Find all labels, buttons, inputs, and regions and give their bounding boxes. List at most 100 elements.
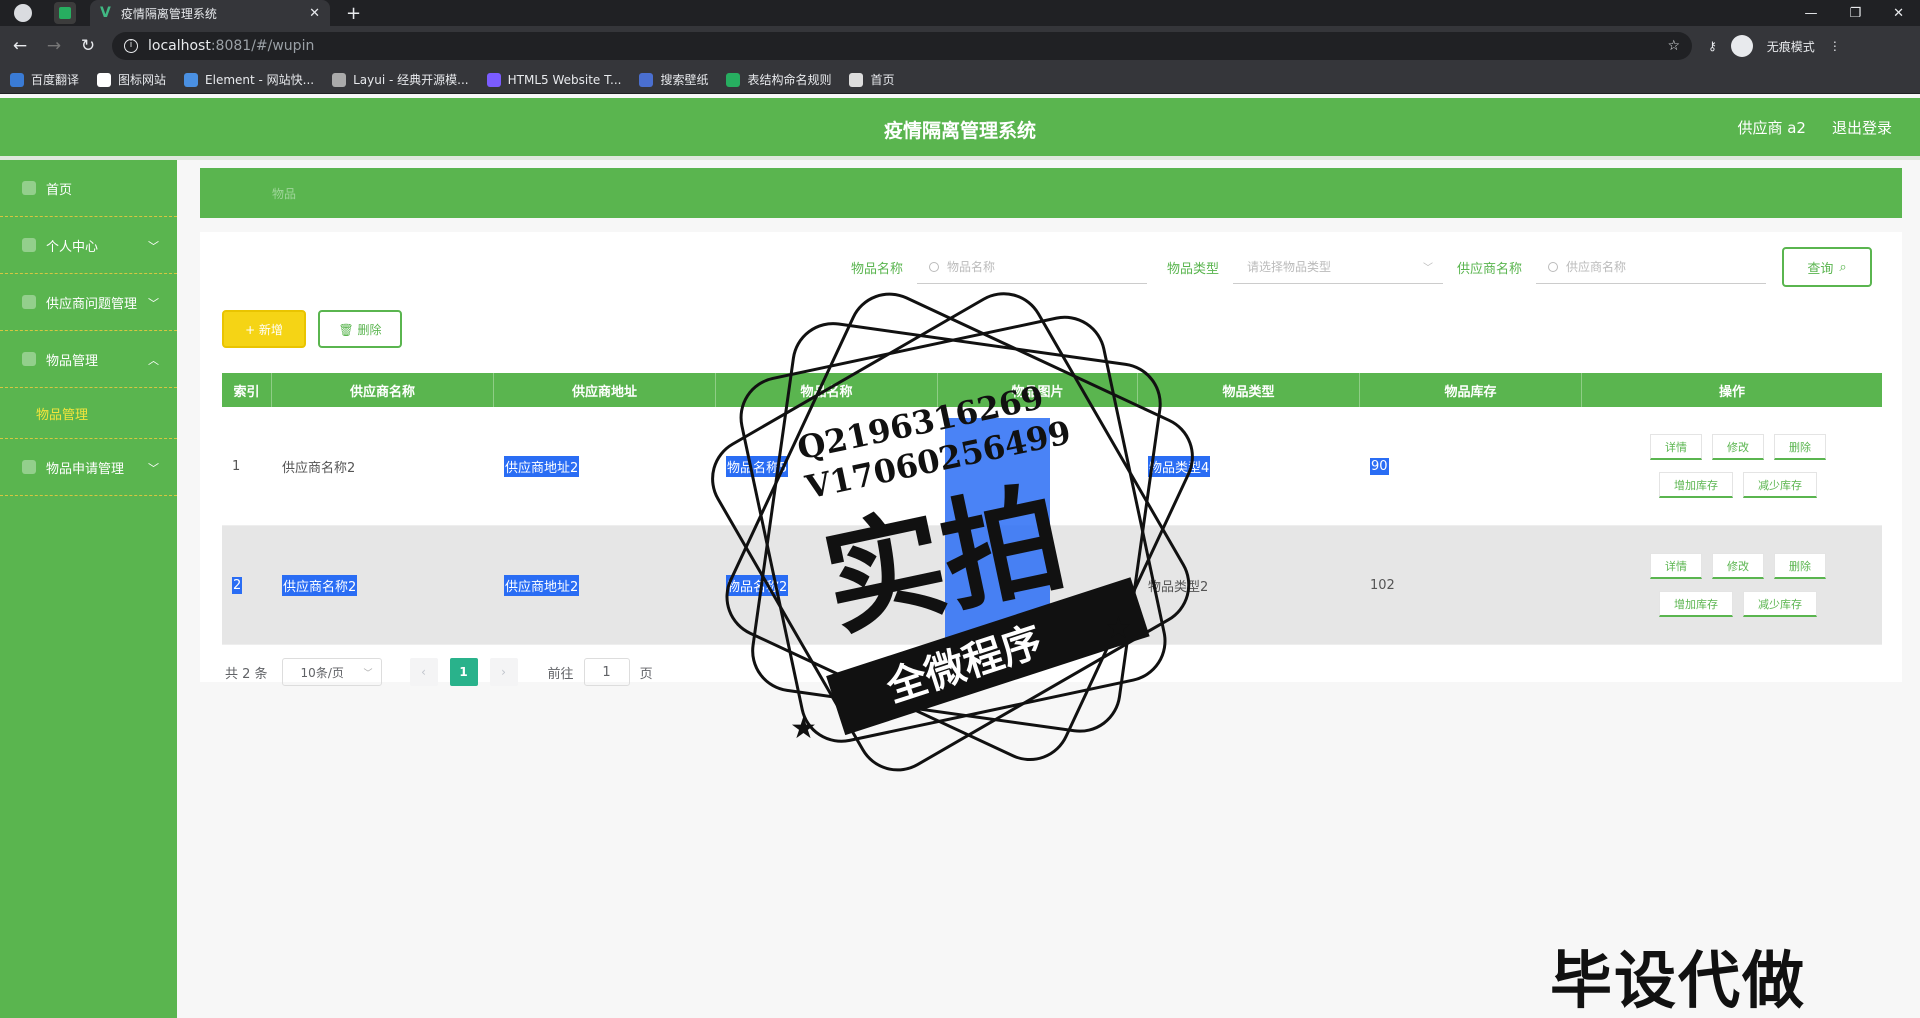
bookmark-item[interactable]: 首页 (849, 71, 895, 88)
cell-index: 1 (232, 458, 241, 474)
bookmark-favicon-icon (849, 72, 864, 87)
forward-icon[interactable]: → (40, 36, 68, 56)
bookmark-label: Layui - 经典开源模... (353, 73, 469, 87)
reduce-stock-button[interactable]: 减少库存 (1743, 591, 1817, 617)
bookmark-favicon-icon (97, 72, 112, 87)
bookmark-item[interactable]: 图标网站 (97, 71, 166, 88)
goto-label: 前往 (547, 666, 574, 682)
detail-button[interactable]: 详情 (1650, 553, 1702, 579)
bookmark-favicon-icon (184, 72, 199, 87)
query-button[interactable]: 查询 ⌕ (1782, 247, 1872, 287)
remove-button[interactable]: 删除 (1774, 434, 1826, 460)
active-tab[interactable]: V 疫情隔离管理系统 ✕ (90, 0, 330, 26)
chevron-down-icon: ﹀ (148, 240, 159, 253)
goods-icon (22, 352, 36, 366)
bookmark-item[interactable]: 搜索壁纸 (639, 71, 708, 88)
col-supplier-name: 供应商名称 (272, 373, 494, 407)
delete-button[interactable]: 🗑 删除 (318, 310, 402, 348)
pinned-tab[interactable] (54, 2, 76, 24)
breadcrumb-text: 物品 (272, 187, 297, 201)
add-stock-button[interactable]: 增加库存 (1659, 472, 1733, 498)
incognito-label[interactable]: 无痕模式 (1767, 38, 1815, 55)
site-info-icon[interactable]: i (124, 39, 138, 53)
back-icon[interactable]: ← (6, 36, 34, 56)
current-user: 供应商 a2 (1737, 119, 1806, 137)
bookmark-label: 表结构命名规则 (747, 73, 832, 87)
cell-supplier-address: 供应商地址2 (504, 455, 580, 477)
browser-menu-kebab-icon[interactable]: ⋮ (1829, 39, 1841, 53)
bookmark-favicon-icon (726, 72, 741, 87)
new-tab-button[interactable]: + (346, 3, 361, 24)
chevron-down-icon: ﹀ (148, 297, 159, 310)
star-icon: ★ (1105, 611, 1132, 646)
add-stock-button[interactable]: 增加库存 (1659, 591, 1733, 617)
page-size-select[interactable]: 10条/页 ﹀ (281, 658, 382, 686)
key-icon[interactable]: ⚷ (1708, 39, 1717, 53)
user-icon (22, 238, 36, 252)
bookmark-star-icon[interactable]: ☆ (1667, 38, 1680, 54)
minimize-button[interactable]: — (1804, 6, 1817, 21)
chevron-down-icon: ﹀ (1422, 263, 1433, 274)
prev-page-button[interactable]: ‹ (409, 658, 438, 686)
sidebar-item-goods[interactable]: 物品管理 ︿ (0, 331, 177, 388)
name-placeholder: 物品名称 (946, 260, 995, 274)
edit-button[interactable]: 修改 (1712, 553, 1764, 579)
supplier-placeholder: 供应商名称 (1566, 260, 1627, 274)
cell-supplier-name: 供应商名称2 (282, 574, 358, 596)
type-select[interactable]: 请选择物品类型 ﹀ (1232, 250, 1443, 284)
bookmark-item[interactable]: Layui - 经典开源模... (332, 71, 469, 88)
bookmark-item[interactable]: 百度翻译 (10, 71, 79, 88)
cell-operations: 详情 修改 删除 增加库存 减少库存 (1582, 526, 1882, 644)
name-search-input[interactable]: 物品名称 (916, 250, 1147, 284)
type-label: 物品类型 (1166, 261, 1219, 277)
window-controls: — ❐ ✕ (1804, 6, 1920, 21)
address-bar[interactable]: i localhost:8081/#/wupin ☆ (112, 32, 1692, 60)
cell-goods-stock: 90 (1370, 457, 1389, 475)
reduce-stock-button[interactable]: 减少库存 (1743, 472, 1817, 498)
browser-tab-bar: V 疫情隔离管理系统 ✕ + — ❐ ✕ (0, 0, 1920, 26)
star-icon: ★ (790, 711, 817, 746)
supplier-search-input[interactable]: 供应商名称 (1536, 250, 1766, 284)
sidebar-item-profile[interactable]: 个人中心 ﹀ (0, 217, 177, 274)
name-label: 物品名称 (850, 261, 903, 277)
search-form: 物品名称 物品名称 物品类型 请选择物品类型 ﹀ 供应商名称 供应商名称 查询 ⌕ (851, 247, 1872, 287)
home-icon (22, 181, 36, 195)
logout-link[interactable]: 退出登录 (1832, 117, 1892, 138)
goto-page-input[interactable]: 1 (583, 658, 630, 686)
bookmark-favicon-icon (486, 72, 501, 87)
chevron-down-icon: ﹀ (363, 668, 373, 679)
next-page-button[interactable]: › (489, 658, 518, 686)
pinned-tab-icon (59, 7, 71, 19)
bookmarks-bar: 百度翻译 图标网站 Element - 网站快... Layui - 经典开源模...… (0, 66, 1920, 94)
cell-index: 2 (232, 576, 243, 594)
bookmark-label: 百度翻译 (31, 73, 80, 87)
sidebar-item-label: 物品申请管理 (46, 461, 125, 477)
bookmark-item[interactable]: HTML5 Website T... (486, 72, 621, 87)
issue-icon (22, 295, 36, 309)
incognito-avatar-icon[interactable] (1730, 35, 1753, 57)
add-button[interactable]: + 新增 (222, 310, 306, 348)
restore-button[interactable]: ❐ (1849, 6, 1861, 21)
sidebar-item-label: 供应商问题管理 (46, 296, 138, 312)
sidebar-item-home[interactable]: 首页 (0, 160, 177, 217)
reload-icon[interactable]: ↻ (74, 36, 102, 56)
sidebar: 首页 个人中心 ﹀ 供应商问题管理 ﹀ 物品管理 ︿ 物品管理 物品申请管理 ﹀ (0, 160, 177, 1018)
bookmark-item[interactable]: Element - 网站快... (184, 71, 314, 88)
browser-menu-icon[interactable] (14, 4, 32, 22)
tab-close-icon[interactable]: ✕ (309, 6, 320, 21)
bookmark-item[interactable]: 表结构命名规则 (726, 71, 831, 88)
bookmark-label: Element - 网站快... (205, 73, 315, 87)
page-unit-label: 页 (639, 666, 653, 682)
sidebar-subitem-goods-management[interactable]: 物品管理 (0, 388, 177, 439)
pagination-total: 共 2 条 (225, 666, 268, 682)
close-window-button[interactable]: ✕ (1893, 6, 1904, 21)
cell-supplier-name: 供应商名称2 (282, 460, 356, 476)
page-number-current[interactable]: 1 (449, 658, 478, 686)
detail-button[interactable]: 详情 (1650, 434, 1702, 460)
sidebar-item-supplier-issues[interactable]: 供应商问题管理 ﹀ (0, 274, 177, 331)
bookmark-label: 搜索壁纸 (660, 73, 709, 87)
remove-button[interactable]: 删除 (1774, 553, 1826, 579)
sidebar-item-goods-application[interactable]: 物品申请管理 ﹀ (0, 439, 177, 496)
edit-button[interactable]: 修改 (1712, 434, 1764, 460)
app-header: 疫情隔离管理系统 供应商 a2 退出登录 (0, 98, 1920, 156)
